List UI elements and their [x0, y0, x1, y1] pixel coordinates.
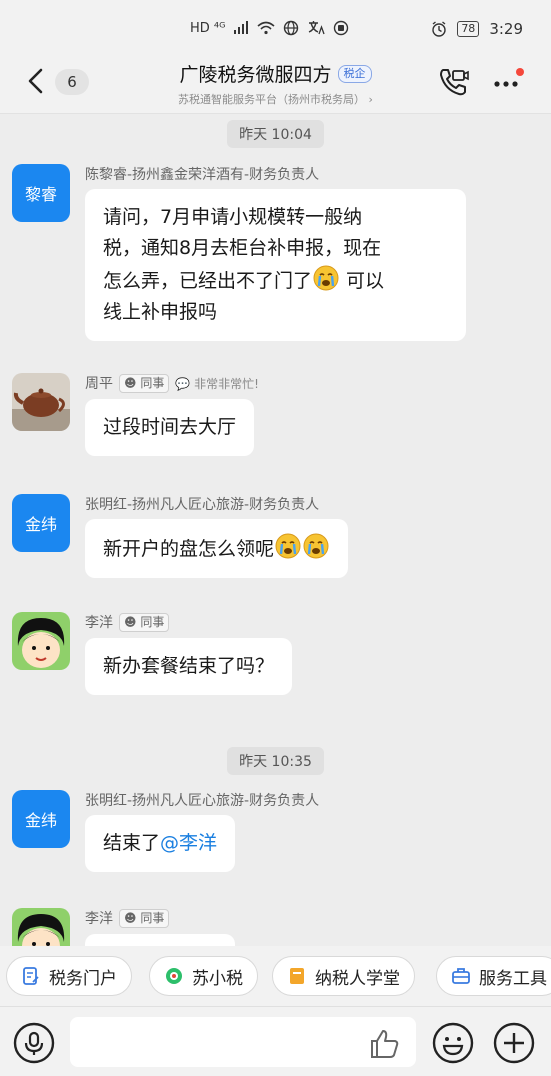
plus-icon[interactable]	[492, 1021, 536, 1065]
colleague-badge: ☻ 同事	[119, 373, 170, 393]
avatar[interactable]	[12, 373, 70, 431]
book-icon	[290, 968, 304, 984]
sender-name: 陈黎睿-扬州鑫金荣洋酒有-财务负责人	[85, 167, 320, 183]
colleague-badge: ☻ 同事	[119, 908, 170, 928]
time-divider: 昨天 10:04	[0, 120, 551, 148]
video-call-icon[interactable]	[437, 66, 471, 98]
message-bubble[interactable]	[85, 934, 235, 946]
status-signature: 💬 非常非常忙!	[175, 376, 259, 391]
time-divider: 昨天 10:35	[0, 747, 551, 775]
enterprise-tag: 税企	[337, 64, 372, 83]
document-icon	[23, 967, 39, 985]
cartoon-avatar-image	[12, 612, 70, 670]
avatar[interactable]: 金纬	[12, 494, 70, 552]
crying-emoji-icon	[275, 533, 301, 559]
message-bubble[interactable]: 请问，7月申请小规模转一般纳 税，通知8月去柜台补申报，现在 怎么弄，已经出不了…	[85, 189, 466, 341]
sender-name: 张明红-扬州凡人匠心旅游-财务负责人	[85, 497, 320, 513]
message-bubble[interactable]: 新开户的盘怎么领呢	[85, 519, 349, 578]
message-bubble[interactable]: 新办套餐结束了吗？	[85, 638, 293, 695]
avatar[interactable]: 金纬	[12, 790, 70, 848]
quick-action-tax-portal[interactable]: 税务门户	[6, 956, 132, 996]
avatar[interactable]: 黎睿	[12, 164, 70, 222]
sender-name: 周平 ☻ 同事 💬 非常非常忙!	[85, 373, 259, 393]
mention-link[interactable]: @李洋	[160, 832, 217, 854]
message-bubble[interactable]: 结束了@李洋	[85, 815, 236, 872]
avatar[interactable]	[12, 612, 70, 670]
battery-indicator: 78	[457, 21, 480, 37]
more-icon[interactable]	[491, 66, 525, 96]
sender-name: 李洋 ☻ 同事	[85, 612, 170, 632]
quick-action-classroom[interactable]: 纳税人学堂	[272, 956, 415, 996]
status-right: 78 3:29	[431, 20, 523, 38]
like-icon[interactable]	[368, 1027, 402, 1061]
message-list[interactable]: 昨天 10:04 黎睿 陈黎睿-扬州鑫金荣洋酒有-财务负责人 请问，7月申请小规…	[0, 114, 551, 946]
composer-bar	[0, 1006, 551, 1076]
sender-name: 张明红-扬州凡人匠心旅游-财务负责人	[85, 793, 320, 809]
toolbox-icon	[452, 968, 470, 984]
crying-emoji-icon	[313, 265, 339, 291]
chat-header: 6 广陵税务微服四方 税企 苏税通智能服务平台（扬州市税务局） ›	[0, 56, 551, 114]
status-bar: HD ⁴ᴳ 78 3:29	[0, 0, 551, 56]
globe-icon	[284, 20, 299, 36]
app-notification-icon	[334, 20, 349, 36]
network-indicator: HD ⁴ᴳ	[190, 20, 226, 36]
voice-icon[interactable]	[12, 1021, 56, 1065]
quick-action-assistant[interactable]: 苏小税	[149, 956, 258, 996]
notification-dot	[516, 68, 524, 76]
colleague-badge: ☻ 同事	[119, 612, 170, 632]
wifi-icon	[257, 21, 276, 35]
avatar[interactable]	[12, 908, 70, 946]
clock: 3:29	[489, 20, 523, 38]
status-icons: HD ⁴ᴳ	[190, 20, 349, 36]
teapot-avatar-image	[12, 373, 70, 431]
alarm-icon	[432, 21, 447, 37]
message-bubble[interactable]: 过段时间去大厅	[85, 399, 255, 456]
emoji-icon[interactable]	[431, 1021, 475, 1065]
quick-action-service-tools[interactable]: 服务工具	[436, 956, 551, 996]
chat-title: 广陵税务微服四方	[179, 64, 332, 86]
cartoon-avatar-image	[12, 908, 70, 946]
sender-name: 李洋 ☻ 同事	[85, 908, 170, 928]
crying-emoji-icon	[303, 533, 329, 559]
assistant-icon	[166, 968, 182, 984]
translate-icon	[309, 21, 326, 35]
signal-icon	[234, 21, 249, 34]
message-input[interactable]	[70, 1017, 416, 1067]
quick-action-bar: 税务门户 苏小税 纳税人学堂 服务工具	[0, 946, 551, 1006]
